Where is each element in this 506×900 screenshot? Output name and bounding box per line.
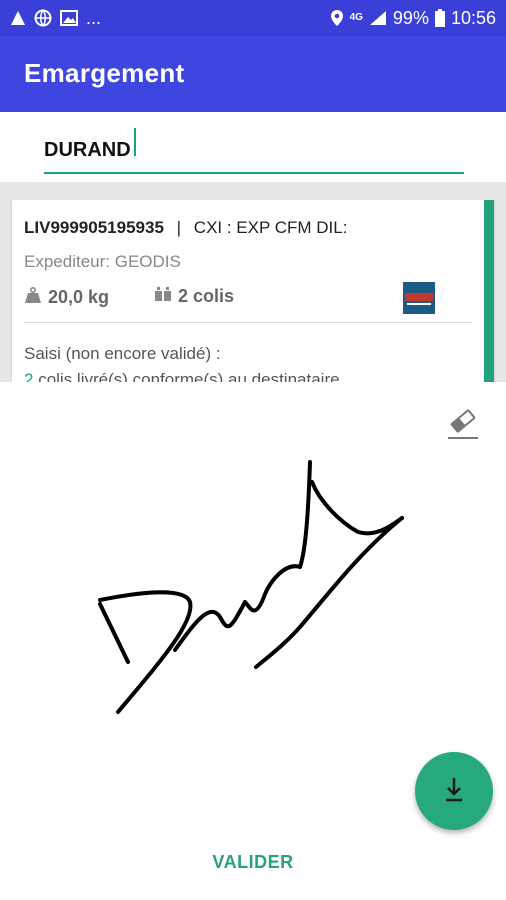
battery-percent: 99%: [392, 7, 429, 28]
network-label: 4G: [349, 12, 363, 23]
delivered-text-line: 2 colis livré(s) conforme(s) au destinat…: [24, 370, 340, 382]
card-divider: [24, 322, 472, 323]
status-text: Saisi (non encore validé) :: [24, 344, 221, 363]
service-label: CXI : EXP CFM DIL:: [193, 218, 348, 237]
text-cursor: [134, 128, 136, 156]
reference-separator: |: [176, 218, 182, 237]
valider-button[interactable]: VALIDER: [0, 852, 506, 873]
delivery-card[interactable]: LIV999905195935 | CXI : EXP CFM DIL: Exp…: [12, 200, 494, 382]
delivery-reference-line: LIV999905195935 | CXI : EXP CFM DIL:: [24, 218, 347, 238]
weight-value: 20,0 kg: [48, 287, 110, 307]
page-title: Emargement: [24, 58, 185, 88]
search-area: [0, 112, 506, 182]
status-bar: ... 4G 99% 10:56: [0, 0, 506, 36]
eraser-icon[interactable]: [446, 406, 480, 440]
signal-icon: [369, 10, 387, 26]
notification-icon: [10, 10, 26, 26]
search-input[interactable]: [44, 130, 464, 174]
expediteur-label: Expediteur: GEODIS: [24, 252, 181, 271]
battery-icon: [434, 9, 445, 27]
download-button[interactable]: [415, 752, 493, 830]
globe-icon: [34, 9, 52, 27]
app-bar: Emargement: [0, 36, 506, 112]
delivered-text: colis livré(s) conforme(s) au destinatai…: [33, 370, 340, 382]
card-status-accent: [484, 200, 494, 382]
delivery-list[interactable]: LIV999905195935 | CXI : EXP CFM DIL: Exp…: [0, 182, 506, 382]
network-icon: 4G: [350, 13, 363, 23]
carrier-logo: [403, 282, 435, 314]
boxes-icon: [154, 286, 172, 307]
clock: 10:56: [450, 7, 496, 28]
weight-icon: [24, 286, 42, 309]
image-icon: [60, 10, 78, 26]
location-icon: [330, 9, 344, 27]
colis-info: 2 colis: [154, 286, 234, 307]
notifications-more: ...: [86, 7, 102, 28]
download-icon: [443, 776, 465, 807]
delivery-reference: LIV999905195935: [24, 218, 164, 237]
weight-info: 20,0 kg: [24, 286, 109, 309]
colis-count: 2 colis: [178, 286, 235, 306]
